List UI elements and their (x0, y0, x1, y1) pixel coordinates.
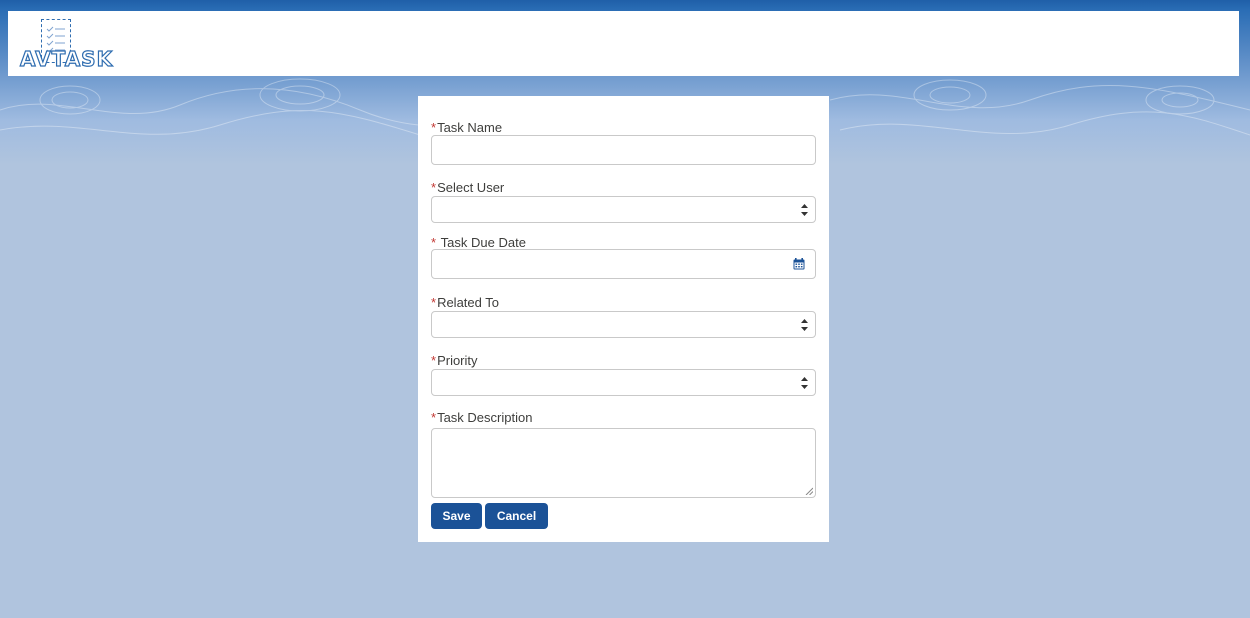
updown-arrow-icon (801, 376, 808, 389)
related-to-select[interactable] (432, 312, 815, 337)
select-user-select[interactable] (432, 197, 815, 222)
task-name-field: *Task Name (431, 120, 816, 165)
task-due-date-input[interactable] (432, 250, 815, 278)
task-description-textarea[interactable] (432, 429, 815, 497)
required-mark: * (431, 180, 437, 195)
task-description-label: *Task Description (431, 410, 816, 426)
required-mark: * (431, 295, 437, 310)
required-mark: * (431, 353, 437, 368)
priority-label: *Priority (431, 353, 816, 369)
task-description-label-text: Task Description (437, 410, 533, 425)
priority-dropdown[interactable] (431, 369, 816, 396)
task-name-input-wrap (431, 135, 816, 165)
related-to-dropdown[interactable] (431, 311, 816, 338)
select-user-dropdown[interactable] (431, 196, 816, 223)
task-due-date-field: * Task Due Date (431, 235, 816, 279)
updown-arrow-icon (801, 203, 808, 216)
related-to-label: *Related To (431, 295, 816, 311)
cancel-button[interactable]: Cancel (485, 503, 548, 529)
calendar-icon[interactable] (793, 258, 805, 270)
priority-select[interactable] (432, 370, 815, 395)
task-name-label: *Task Name (431, 120, 816, 136)
priority-field: *Priority (431, 353, 816, 396)
task-due-date-input-wrap (431, 249, 816, 279)
select-user-label-text: Select User (437, 180, 505, 195)
save-button[interactable]: Save (431, 503, 482, 529)
select-user-label: *Select User (431, 180, 816, 196)
task-name-label-text: Task Name (437, 120, 503, 135)
task-description-field: *Task Description (431, 410, 816, 498)
required-mark: * (431, 235, 440, 250)
logo-text: AVTASK (19, 46, 114, 71)
header-bar: AVTASK (8, 11, 1239, 76)
resize-handle-icon[interactable] (805, 487, 813, 495)
task-name-input[interactable] (432, 136, 815, 164)
required-mark: * (431, 120, 437, 135)
app-logo[interactable]: AVTASK (19, 19, 160, 72)
priority-label-text: Priority (437, 353, 478, 368)
task-description-wrap (431, 428, 816, 498)
required-mark: * (431, 410, 437, 425)
updown-arrow-icon (801, 318, 808, 331)
task-due-date-label-text: Task Due Date (440, 235, 526, 250)
related-to-label-text: Related To (437, 295, 499, 310)
related-to-field: *Related To (431, 295, 816, 338)
select-user-field: *Select User (431, 180, 816, 223)
task-form: *Task Name *Select User * Task Due Date (418, 96, 829, 542)
